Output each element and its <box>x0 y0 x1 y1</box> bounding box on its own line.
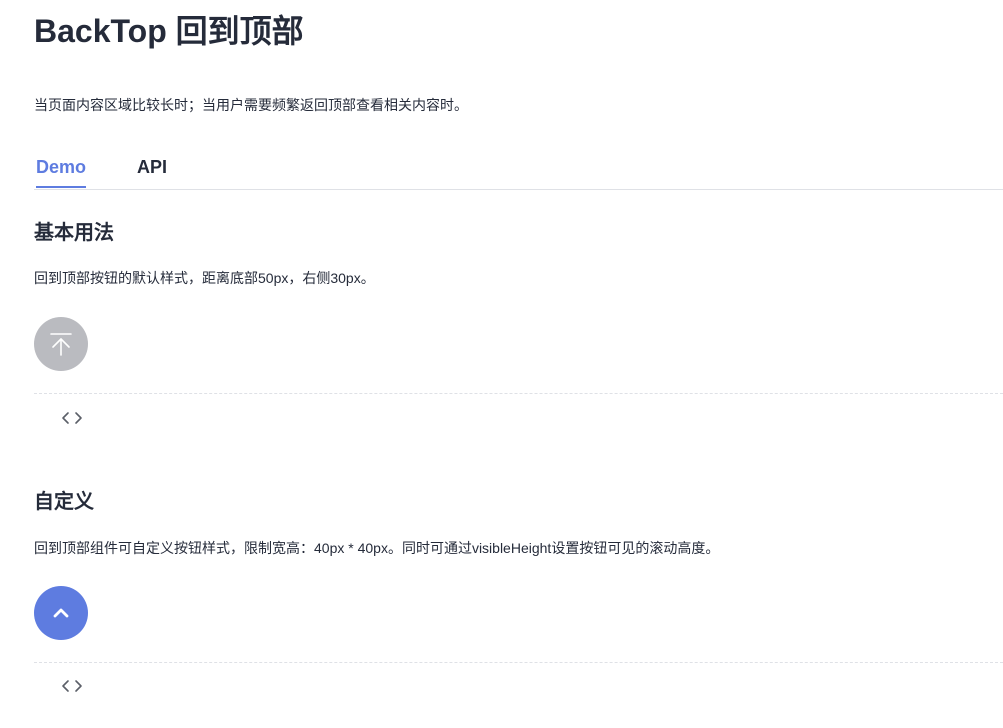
page-description: 当页面内容区域比较长时；当用户需要频繁返回顶部查看相关内容时。 <box>34 97 468 113</box>
arrow-up-to-top-icon <box>50 333 72 356</box>
section-title-custom: 自定义 <box>34 491 94 513</box>
page: BackTop 回到顶部 当页面内容区域比较长时；当用户需要频繁返回顶部查看相关… <box>0 0 1003 728</box>
section-title-basic: 基本用法 <box>34 222 114 244</box>
show-code-button[interactable] <box>59 408 85 428</box>
page-title: BackTop 回到顶部 <box>34 13 304 49</box>
section-desc-custom: 回到顶部组件可自定义按钮样式，限制宽高：40px * 40px。同时可通过vis… <box>34 540 720 556</box>
section-desc-basic: 回到顶部按钮的默认样式，距离底部50px，右侧30px。 <box>34 270 375 286</box>
demo-divider <box>34 393 1003 394</box>
demo-divider <box>34 662 1003 663</box>
backtop-button-default[interactable] <box>34 317 88 371</box>
tab-api[interactable]: API <box>137 156 167 178</box>
tab-bar: Demo API <box>34 146 1003 190</box>
backtop-button-custom[interactable] <box>34 586 88 640</box>
code-icon <box>62 680 82 692</box>
tab-demo[interactable]: Demo <box>36 156 87 188</box>
chevron-up-icon <box>53 608 69 618</box>
show-code-button[interactable] <box>59 676 85 696</box>
code-icon <box>62 412 82 424</box>
